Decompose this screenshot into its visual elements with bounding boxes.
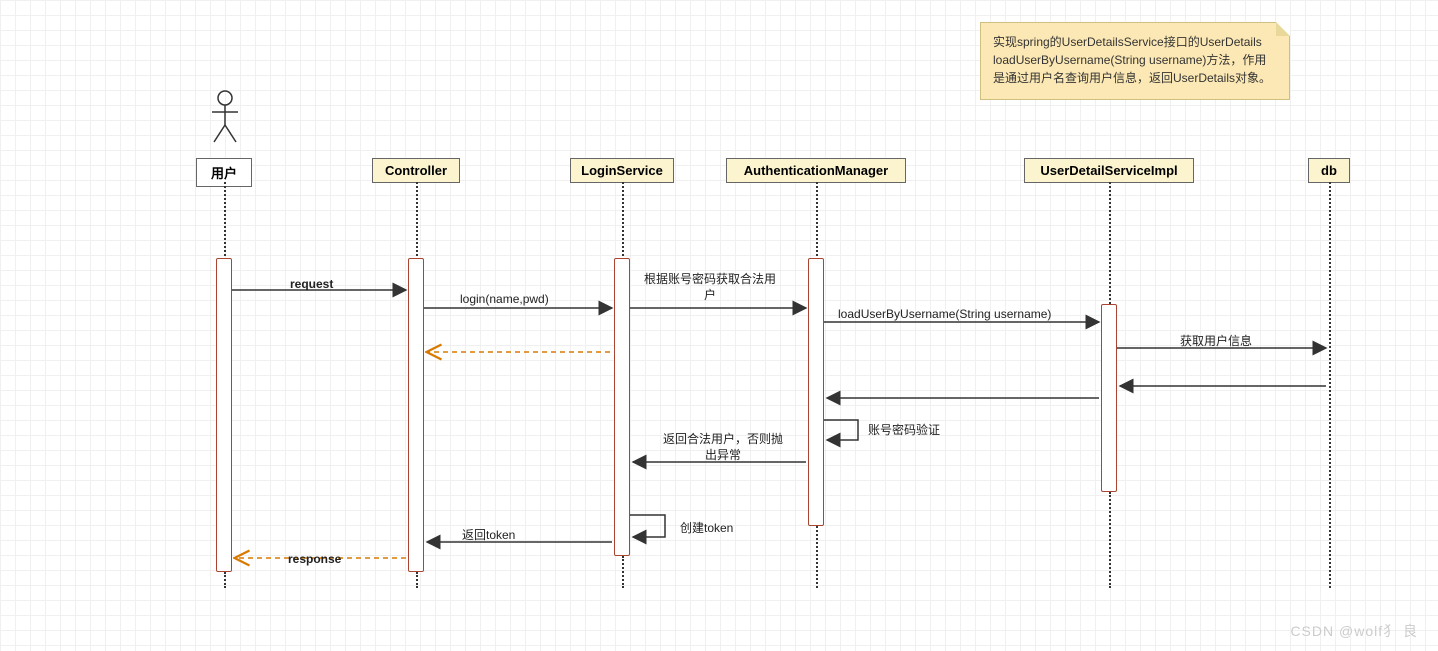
activation-login (614, 258, 630, 556)
activation-uds (1101, 304, 1117, 492)
msg-return-legal: 返回合法用户，否则抛出异常 (658, 432, 788, 463)
participant-login-service: LoginService (570, 158, 674, 183)
lifeline-user (224, 182, 226, 260)
actor-icon (210, 90, 240, 145)
lifeline-auth (816, 182, 818, 260)
msg-load-user: loadUserByUsername(String username) (838, 307, 1051, 321)
participant-db: db (1308, 158, 1350, 183)
participant-user-detail-service: UserDetailServiceImpl (1024, 158, 1194, 183)
lifeline-user-2 (224, 572, 226, 588)
msg-login: login(name,pwd) (460, 292, 549, 306)
note-text: 实现spring的UserDetailsService接口的UserDetail… (993, 35, 1271, 85)
lifeline-uds-2 (1109, 492, 1111, 588)
msg-response: response (288, 552, 341, 566)
lifeline-db (1329, 182, 1331, 588)
lifeline-uds (1109, 182, 1111, 304)
msg-create-token: 创建token (680, 519, 733, 536)
msg-get-user-info: 获取用户信息 (1180, 332, 1252, 349)
activation-user (216, 258, 232, 572)
lifeline-login-2 (622, 556, 624, 588)
lifeline-login (622, 182, 624, 260)
msg-return-token: 返回token (462, 526, 515, 543)
msg-request: request (290, 277, 333, 291)
activation-auth (808, 258, 824, 526)
participant-auth-manager: AuthenticationManager (726, 158, 906, 183)
activation-controller (408, 258, 424, 572)
participant-controller: Controller (372, 158, 460, 183)
lifeline-auth-2 (816, 526, 818, 588)
lifeline-controller-2 (416, 572, 418, 588)
msg-verify: 账号密码验证 (868, 421, 940, 438)
lifeline-controller (416, 182, 418, 260)
msg-get-legal-user: 根据账号密码获取合法用户 (640, 272, 780, 303)
note-box: 实现spring的UserDetailsService接口的UserDetail… (980, 22, 1290, 100)
watermark: CSDN @wolf犭 良 (1290, 621, 1418, 641)
